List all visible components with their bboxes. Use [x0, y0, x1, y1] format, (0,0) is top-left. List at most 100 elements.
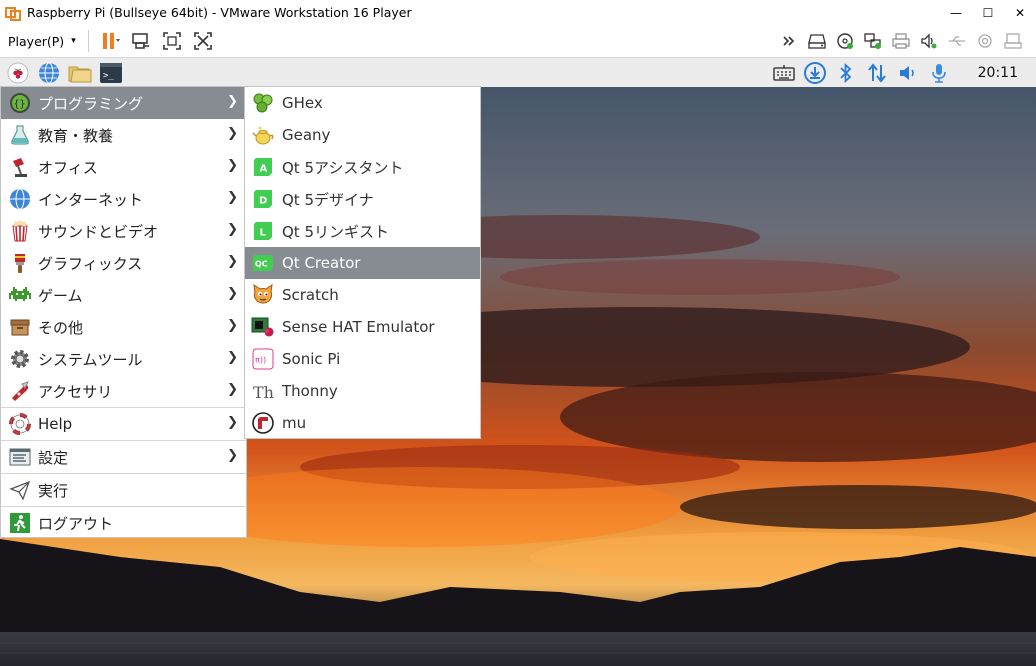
menu-item-logout[interactable]: ログアウト [1, 507, 246, 539]
send-ctrl-alt-del-button[interactable] [130, 30, 152, 52]
panel-clock[interactable]: 20:11 [978, 65, 1018, 81]
menu-item-label: 教育・教養 [38, 126, 114, 145]
menu-item-label: グラフィックス [38, 254, 143, 273]
window-titlebar: Raspberry Pi (Bullseye 64bit) - VMware W… [0, 0, 1036, 25]
message-log-button[interactable] [1002, 30, 1024, 52]
keyboard-layout-tray[interactable] [771, 61, 797, 85]
menu-item-office[interactable]: オフィス ❯ [1, 151, 246, 183]
minimize-button[interactable]: — [940, 0, 972, 25]
chevron-right-icon: ❯ [227, 222, 238, 237]
fullscreen-button[interactable] [161, 30, 183, 52]
chevron-right-icon: ❯ [227, 448, 238, 463]
application-menu: {} プログラミング ❯ 教育・教養 ❯ オフィス ❯ インターネット ❯ サウ… [0, 86, 247, 538]
menu-item-run[interactable]: 実行 [1, 474, 246, 506]
updates-tray[interactable] [802, 61, 828, 85]
submenu-item-scratch[interactable]: Scratch [245, 279, 480, 311]
submenu-item-thonny[interactable]: Th Thonny [245, 375, 480, 407]
menu-item-graphics[interactable]: グラフィックス ❯ [1, 247, 246, 279]
submenu-item-sonic-pi[interactable]: π)) Sonic Pi [245, 343, 480, 375]
menu-item-internet[interactable]: インターネット ❯ [1, 183, 246, 215]
chevron-right-icon: ❯ [227, 126, 238, 141]
menu-item-preferences[interactable]: 設定 ❯ [1, 441, 246, 473]
chevron-down-icon: ▾ [71, 36, 76, 46]
menu-item-label: アクセサリ [38, 382, 113, 401]
sound-device[interactable] [918, 30, 940, 52]
player-menu-button[interactable]: Player(P) ▾ [8, 34, 76, 49]
menu-item-other[interactable]: その他 ❯ [1, 311, 246, 343]
network-tray[interactable] [864, 61, 890, 85]
menu-item-system-tools[interactable]: システムツール ❯ [1, 343, 246, 375]
menu-item-sound-video[interactable]: サウンドとビデオ ❯ [1, 215, 246, 247]
submenu-item-mu[interactable]: mu [245, 407, 480, 439]
bluetooth-icon [840, 62, 851, 83]
sonic-pi-icon-text: π)) [255, 356, 266, 365]
camera-device[interactable] [974, 30, 996, 52]
submenu-item-qt-designer[interactable]: D Qt 5デザイナ [245, 183, 480, 215]
menu-item-label: 設定 [38, 448, 69, 467]
menu-item-games[interactable]: ゲーム ❯ [1, 279, 246, 311]
printer-icon [892, 33, 910, 49]
programming-submenu: GHex Geany A Qt 5アシスタント D Qt 5デザイナ L Qt … [244, 86, 481, 439]
folder-icon [68, 66, 92, 82]
file-manager-launcher[interactable] [67, 60, 93, 86]
microphone-tray[interactable] [926, 61, 952, 85]
qt-assistant-icon-text: A [260, 164, 268, 175]
submenu-item-geany[interactable]: Geany [245, 119, 480, 151]
mu-editor-icon [250, 410, 276, 436]
preferences-panel-icon [7, 444, 33, 470]
system-tools-gear-icon [7, 346, 33, 372]
unity-mode-button[interactable] [192, 30, 214, 52]
globe-icon [39, 62, 59, 83]
submenu-item-qt-assistant[interactable]: A Qt 5アシスタント [245, 151, 480, 183]
menu-item-label: サウンドとビデオ [38, 222, 159, 241]
qt-designer-icon: D [250, 186, 276, 212]
cd-dvd-device[interactable] [834, 30, 856, 52]
other-box-icon [7, 314, 33, 340]
submenu-item-ghex[interactable]: GHex [245, 87, 480, 119]
help-lifebuoy-icon [7, 411, 33, 437]
taskbar-panel: >_ 20:11 [0, 58, 1036, 87]
web-browser-launcher[interactable] [36, 60, 62, 86]
submenu-item-label: Qt 5リンギスト [282, 222, 390, 241]
qt-creator-icon-text: QC [255, 260, 268, 269]
bluetooth-tray[interactable] [833, 61, 859, 85]
message-icon [1004, 33, 1022, 49]
qt-linguist-icon: L [250, 218, 276, 244]
submenu-item-sense-hat-emulator[interactable]: Sense HAT Emulator [245, 311, 480, 343]
terminal-launcher[interactable]: >_ [98, 60, 124, 86]
printer-device[interactable] [890, 30, 912, 52]
pause-button[interactable] [99, 30, 121, 52]
close-button[interactable]: ✕ [1004, 0, 1036, 25]
menu-item-accessories[interactable]: アクセサリ ❯ [1, 375, 246, 407]
menu-item-label: プログラミング [38, 94, 144, 113]
chevron-right-icon: ❯ [227, 190, 238, 205]
chevron-right-icon: ❯ [227, 415, 238, 430]
submenu-item-label: Sonic Pi [282, 350, 341, 368]
games-invader-icon [7, 282, 33, 308]
submenu-item-qt-creator[interactable]: QC Qt Creator [245, 247, 480, 279]
ctrl-alt-del-icon [131, 33, 149, 49]
volume-icon [899, 65, 914, 80]
menu-item-education[interactable]: 教育・教養 ❯ [1, 119, 246, 151]
toolbar-divider [87, 30, 89, 52]
menu-item-programming[interactable]: {} プログラミング ❯ [1, 87, 246, 119]
sonic-pi-icon: π)) [250, 346, 276, 372]
menu-item-label: オフィス [38, 158, 98, 177]
hard-disk-device[interactable] [806, 30, 828, 52]
menu-item-help[interactable]: Help ❯ [1, 408, 246, 440]
raspberry-menu-button[interactable] [5, 60, 31, 86]
guest-desktop: >_ 20:11 {} プログラミング ❯ 教育・教養 ❯ オフィス ❯ インタ… [0, 58, 1036, 666]
unity-icon [193, 32, 212, 50]
speaker-icon [921, 33, 937, 49]
microphone-icon [931, 63, 946, 83]
submenu-item-qt-linguist[interactable]: L Qt 5リンギスト [245, 215, 480, 247]
submenu-item-label: Qt 5デザイナ [282, 190, 374, 209]
network-device[interactable] [862, 30, 884, 52]
usb-device[interactable] [946, 30, 968, 52]
terminal-prompt-text: >_ [103, 71, 114, 81]
sense-hat-icon [250, 314, 276, 340]
office-lamp-icon [7, 154, 33, 180]
more-devices-button[interactable] [778, 30, 800, 52]
volume-tray[interactable] [895, 61, 921, 85]
maximize-button[interactable]: ☐ [972, 0, 1004, 25]
